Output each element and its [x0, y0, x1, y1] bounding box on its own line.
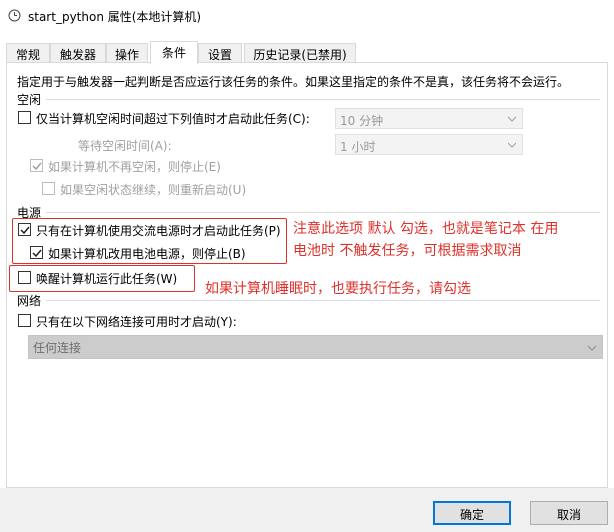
network-only-checkbox[interactable] [18, 314, 31, 327]
stop-on-battery-label: 如果计算机改用电池电源，则停止(B) [48, 247, 246, 261]
network-connection-value: 任何连接 [33, 341, 82, 355]
idle-section-title: 空闲 [17, 93, 42, 107]
idle-duration-value: 10 分钟 [340, 114, 384, 128]
restart-if-idle-label: 如果空闲状态继续，则重新启动(U) [60, 183, 247, 197]
chevron-down-icon [508, 116, 516, 122]
wait-idle-label: 等待空闲时间(A): [78, 139, 172, 153]
power-annotation: 注意此选项 默认 勾选，也就是笔记本 在用 电池时 不触发任务，可根据需求取消 [293, 218, 558, 262]
stop-if-not-idle-checkbox[interactable] [30, 159, 43, 172]
window-title: start_python 属性(本地计算机) [28, 10, 202, 24]
tab-triggers[interactable]: 触发器 [50, 43, 106, 63]
stop-if-not-idle-label: 如果计算机不再空闲，则停止(E) [48, 160, 221, 174]
checkmark-icon [31, 162, 42, 170]
network-only-label: 只有在以下网络连接可用时才启动(Y): [36, 315, 237, 329]
ac-power-only-label: 只有在计算机使用交流电源时才启动此任务(P) [36, 224, 281, 238]
clock-icon [8, 9, 21, 22]
stop-on-battery-checkbox[interactable] [30, 246, 43, 259]
button-bar [0, 488, 614, 532]
ok-button[interactable]: 确定 [433, 501, 511, 525]
power-annotation-line2: 电池时 不触发任务，可根据需求取消 [293, 243, 522, 259]
wake-to-run-checkbox[interactable] [18, 271, 31, 284]
chevron-down-icon [508, 142, 516, 148]
network-separator [46, 300, 600, 301]
cancel-button[interactable]: 取消 [530, 501, 608, 525]
idle-duration-combo[interactable]: 10 分钟 [335, 108, 523, 129]
wake-to-run-label: 唤醒计算机运行此任务(W) [36, 272, 178, 286]
checkmark-icon [19, 226, 30, 234]
network-connection-combo[interactable]: 任何连接 [28, 335, 603, 359]
title-bar: start_python 属性(本地计算机) [0, 0, 614, 31]
wait-duration-combo[interactable]: 1 小时 [335, 134, 523, 155]
start-if-idle-label: 仅当计算机空闲时间超过下列值时才启动此任务(C): [36, 112, 310, 126]
power-annotation-line1: 注意此选项 默认 勾选，也就是笔记本 在用 [293, 221, 559, 237]
idle-separator [46, 99, 600, 100]
conditions-description: 指定用于与触发器一起判断是否应运行该任务的条件。如果这里指定的条件不是真，该任务… [17, 75, 570, 89]
tab-strip: 常规 触发器 操作 条件 设置 历史记录(已禁用) [6, 41, 608, 64]
tab-conditions[interactable]: 条件 [150, 41, 198, 64]
tab-settings[interactable]: 设置 [198, 43, 242, 63]
start-if-idle-checkbox[interactable] [18, 111, 31, 124]
tab-actions[interactable]: 操作 [106, 43, 148, 63]
chevron-down-icon [588, 345, 596, 351]
wait-duration-value: 1 小时 [340, 140, 376, 154]
checkmark-icon [31, 249, 42, 257]
wake-annotation: 如果计算机睡眠时，也要执行任务，请勾选 [205, 281, 471, 297]
network-section-title: 网络 [17, 294, 42, 308]
ac-power-only-checkbox[interactable] [18, 223, 31, 236]
tab-history[interactable]: 历史记录(已禁用) [244, 43, 356, 63]
restart-if-idle-checkbox[interactable] [42, 182, 55, 195]
power-separator [46, 212, 600, 213]
tab-general[interactable]: 常规 [6, 43, 50, 63]
